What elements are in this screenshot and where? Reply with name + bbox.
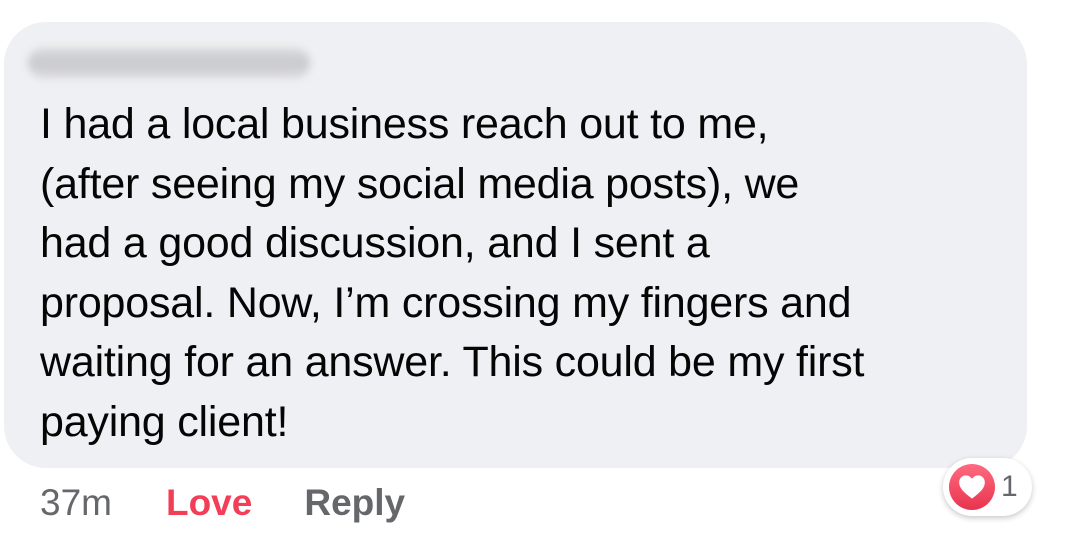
reaction-summary[interactable]: 1 xyxy=(943,458,1032,516)
reaction-count: 1 xyxy=(1001,470,1018,503)
heart-icon xyxy=(949,464,995,510)
comment-text: I had a local business reach out to me, … xyxy=(40,100,865,446)
author-name-redacted xyxy=(28,48,310,78)
love-button[interactable]: Love xyxy=(166,482,252,524)
comment-timestamp[interactable]: 37m xyxy=(40,482,112,524)
comment-actions: 37m Love Reply xyxy=(40,478,405,528)
reply-button[interactable]: Reply xyxy=(304,482,405,524)
